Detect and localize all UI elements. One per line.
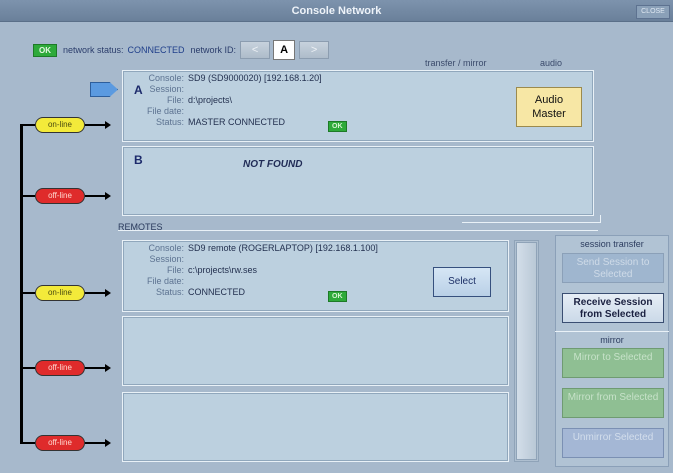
- network-id-prev-button[interactable]: <: [240, 41, 271, 59]
- send-session-button[interactable]: Send Session to Selected: [562, 253, 664, 283]
- status-tree-branch: [20, 292, 35, 294]
- network-id-next-button[interactable]: >: [299, 41, 330, 59]
- audio-master-button[interactable]: Audio Master: [516, 87, 582, 127]
- close-button[interactable]: CLOSE: [636, 5, 670, 19]
- network-ok-badge: OK: [33, 43, 57, 57]
- console-b-panel: B NOT FOUND: [122, 146, 594, 216]
- remote-2-offline-pill: off-line: [35, 360, 85, 376]
- console-network-window: Console Network CLOSE OK network status:…: [0, 0, 673, 473]
- console-a-console: SD9 (SD9000020) [192.168.1.20]: [188, 73, 322, 83]
- remote-panel-2[interactable]: [122, 316, 509, 386]
- status-tree-line: [20, 124, 23, 444]
- console-label: Console:: [148, 243, 184, 253]
- remote-1-console: SD9 remote (ROGERLAPTOP) [192.168.1.100]: [188, 243, 378, 253]
- file-label: File:: [166, 95, 184, 105]
- network-status-value: CONNECTED: [127, 45, 185, 55]
- console-b-offline-pill: off-line: [35, 188, 85, 204]
- pill-arrow-icon: [105, 289, 111, 297]
- pill-arrow-icon: [105, 364, 111, 372]
- this-console-arrow-icon: [90, 82, 118, 97]
- console-a-info: Console: SD9 (SD9000020) [192.168.1.20] S…: [123, 73, 322, 128]
- console-a-ok-badge: OK: [328, 121, 347, 132]
- session-label: Session:: [149, 84, 184, 94]
- pill-arrow-line: [85, 195, 105, 197]
- divider-line: [462, 222, 600, 223]
- mirror-label: mirror: [600, 335, 624, 345]
- remote-1-online-pill: on-line: [35, 285, 85, 301]
- status-tree-branch: [20, 367, 35, 369]
- console-b-letter: B: [134, 153, 143, 167]
- console-a-file: d:\projects\: [188, 95, 233, 105]
- mirror-from-selected-button[interactable]: Mirror from Selected: [562, 388, 664, 418]
- remote-1-status: CONNECTED: [188, 287, 246, 297]
- file-date-label: File date:: [146, 106, 184, 116]
- receive-session-button[interactable]: Receive Session from Selected: [562, 293, 664, 323]
- file-label: File:: [166, 265, 184, 275]
- console-label: Console:: [148, 73, 184, 83]
- status-label: Status:: [155, 287, 184, 297]
- mirror-to-selected-button[interactable]: Mirror to Selected: [562, 348, 664, 378]
- divider-line-vertical: [600, 215, 601, 223]
- remote-1-ok-badge: OK: [328, 291, 347, 302]
- pill-arrow-line: [85, 124, 105, 126]
- remotes-scrollbar-thumb[interactable]: [516, 242, 537, 460]
- console-a-status: MASTER CONNECTED: [188, 117, 286, 127]
- remote-1-info: Console: SD9 remote (ROGERLAPTOP) [192.16…: [123, 243, 378, 298]
- network-status-label: network status:: [63, 45, 124, 55]
- session-transfer-label: session transfer: [580, 239, 644, 249]
- pill-arrow-line: [85, 442, 105, 444]
- side-divider: [555, 331, 669, 332]
- window-title: Console Network: [291, 5, 382, 17]
- console-a-online-pill: on-line: [35, 117, 85, 133]
- remote-3-offline-pill: off-line: [35, 435, 85, 451]
- pill-arrow-line: [85, 367, 105, 369]
- network-status-bar: OK network status: CONNECTED network ID:…: [33, 40, 330, 60]
- console-b-not-found: NOT FOUND: [243, 159, 303, 170]
- pill-arrow-icon: [105, 439, 111, 447]
- status-tree-branch: [20, 195, 35, 197]
- network-id-value: A: [273, 40, 296, 60]
- pill-arrow-icon: [105, 121, 111, 129]
- audio-column-header: audio: [540, 58, 563, 68]
- unmirror-selected-button[interactable]: Unmirror Selected: [562, 428, 664, 458]
- file-date-label: File date:: [146, 276, 184, 286]
- network-id-label: network ID:: [190, 45, 237, 55]
- pill-arrow-icon: [105, 192, 111, 200]
- session-label: Session:: [149, 254, 184, 264]
- transfer-mirror-column-header: transfer / mirror: [425, 58, 487, 68]
- status-tree-branch: [20, 442, 35, 444]
- pill-arrow-line: [85, 292, 105, 294]
- remote-1-file: c:\projects\rw.ses: [188, 265, 258, 275]
- remote-1-select-button[interactable]: Select: [433, 267, 491, 297]
- status-label: Status:: [155, 117, 184, 127]
- remote-panel-3[interactable]: [122, 392, 509, 462]
- status-tree-branch: [20, 124, 35, 126]
